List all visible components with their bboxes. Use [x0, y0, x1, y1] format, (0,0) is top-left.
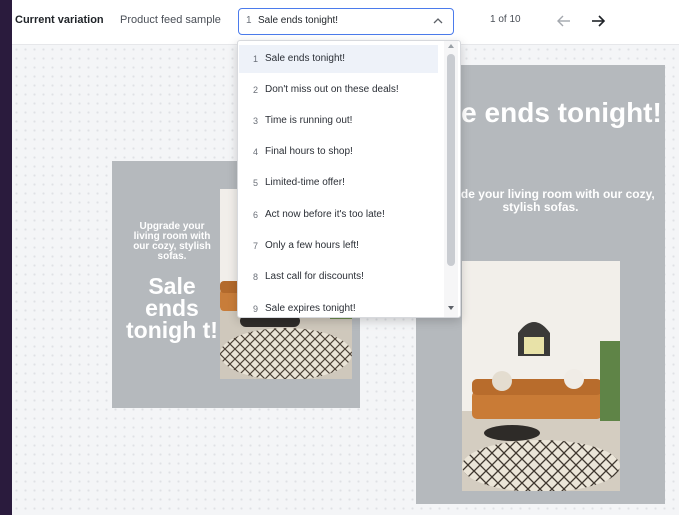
product-photo — [462, 261, 620, 491]
dropdown-option[interactable]: 6 Act now before it's too late! — [239, 201, 438, 229]
dropdown-option[interactable]: 2 Don't miss out on these deals! — [239, 76, 438, 104]
variation-dropdown: 1 Sale ends tonight! 2 Don't miss out on… — [237, 40, 461, 318]
option-number: 1 — [253, 54, 259, 64]
current-variation-label: Current variation — [15, 14, 104, 26]
option-text: Only a few hours left! — [265, 240, 359, 251]
chevron-up-icon — [433, 18, 443, 24]
select-value: Sale ends tonight! — [258, 15, 339, 26]
dropdown-option[interactable]: 9 Sale expires tonight! — [239, 295, 438, 317]
option-number: 7 — [253, 241, 259, 251]
scroll-up-icon[interactable] — [448, 44, 454, 48]
option-text: Limited-time offer! — [265, 177, 345, 188]
arrow-left-icon[interactable] — [552, 9, 576, 33]
option-text: Last call for discounts! — [265, 271, 364, 282]
scroll-down-icon[interactable] — [448, 306, 454, 310]
option-number: 3 — [253, 116, 259, 126]
option-number: 4 — [253, 147, 259, 157]
option-text: Don't miss out on these deals! — [265, 84, 399, 95]
left-title: Sale ends tonigh t! — [126, 273, 218, 343]
option-text: Sale ends tonight! — [265, 53, 346, 64]
dropdown-option[interactable]: 3 Time is running out! — [239, 107, 438, 135]
dropdown-option[interactable]: 7 Only a few hours left! — [239, 232, 438, 260]
scroll-thumb[interactable] — [447, 54, 455, 266]
dropdown-option[interactable]: 8 Last call for discounts! — [239, 263, 438, 291]
option-text: Act now before it's too late! — [265, 209, 385, 220]
option-number: 9 — [253, 304, 259, 314]
app-window: Current variation Product feed sample 1 … — [12, 0, 679, 515]
option-number: 8 — [253, 272, 259, 282]
arrow-right-icon[interactable] — [586, 9, 610, 33]
left-subtitle: Upgrade your living room with our cozy, … — [133, 221, 211, 262]
variation-select[interactable]: 1 Sale ends tonight! — [238, 8, 454, 35]
dropdown-option[interactable]: 4 Final hours to shop! — [239, 138, 438, 166]
option-number: 6 — [253, 210, 259, 220]
toolbar: Current variation Product feed sample 1 … — [12, 0, 679, 45]
dropdown-option[interactable]: 5 Limited-time offer! — [239, 169, 438, 197]
option-text: Time is running out! — [265, 115, 353, 126]
option-number: 5 — [253, 178, 259, 188]
dropdown-option[interactable]: 1 Sale ends tonight! — [239, 45, 438, 73]
option-text: Final hours to shop! — [265, 146, 353, 157]
dropdown-scrollbar[interactable] — [444, 41, 458, 317]
product-feed-label: Product feed sample — [120, 14, 221, 26]
option-number: 2 — [253, 85, 259, 95]
select-number: 1 — [246, 15, 252, 26]
pager-text: 1 of 10 — [490, 14, 521, 25]
option-text: Sale expires tonight! — [265, 303, 356, 314]
